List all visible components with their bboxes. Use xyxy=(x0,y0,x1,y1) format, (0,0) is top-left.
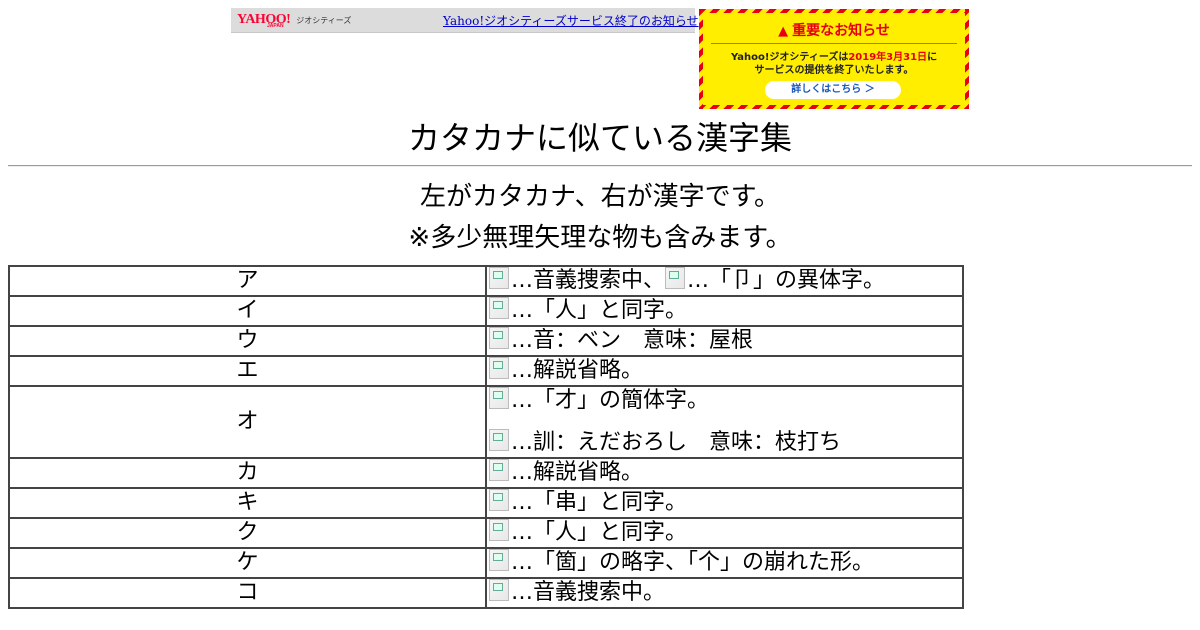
notice-details-button[interactable]: 詳しくはこちら ＞ xyxy=(765,81,901,99)
table-row: ア …音義捜索中、 …「卩」の異体字。 xyxy=(9,266,963,296)
notice-stripe-bottom xyxy=(699,105,969,109)
kanji-image-icon xyxy=(488,459,509,481)
kana-cell: エ xyxy=(9,356,486,386)
kanji-desc: …「箇」の略字、「个」の崩れた形。 xyxy=(510,550,874,575)
yahoo-logo-japan: JAPAN xyxy=(267,23,284,29)
kana-cell: ウ xyxy=(9,326,486,356)
geocities-logo-text: ジオシティーズ xyxy=(296,15,352,25)
warning-icon: ▲ xyxy=(778,24,789,39)
kanji-paragraph: …「才」の簡体字。 xyxy=(488,387,960,415)
kanji-cell: …解説省略。 xyxy=(485,356,963,386)
kana-kanji-table: ア …音義捜索中、 …「卩」の異体字。 イ …「人」と同字。 ウ …音：ベン 意味… xyxy=(8,265,964,609)
kanji-cell: …「才」の簡体字。 …訓：えだおろし 意味：枝打ち xyxy=(485,386,963,458)
kanji-image-icon xyxy=(488,357,509,379)
yahoo-logo[interactable]: YAHOO! JAPAN ジオシティーズ xyxy=(237,11,352,30)
kanji-image-icon xyxy=(488,519,509,541)
kana-cell: カ xyxy=(9,458,486,488)
notice-stripe-top xyxy=(699,9,969,13)
kanji-cell: …「人」と同字。 xyxy=(485,296,963,326)
kanji-image-icon xyxy=(488,327,509,349)
kanji-desc: …「卩」の異体字。 xyxy=(686,268,885,293)
kana-cell: ク xyxy=(9,518,486,548)
table-row: ク …「人」と同字。 xyxy=(9,518,963,548)
kanji-image-icon xyxy=(488,387,509,409)
notice-line-2: サービスの提供を終了いたします。 xyxy=(754,65,914,76)
geocities-header-bar: YAHOO! JAPAN ジオシティーズ Yahoo!ジオシティーズサービス終了… xyxy=(231,8,699,33)
kanji-image-icon xyxy=(488,549,509,571)
kanji-cell: …「箇」の略字、「个」の崩れた形。 xyxy=(485,548,963,578)
kanji-image-icon xyxy=(488,297,509,319)
kanji-cell: …音：ベン 意味：屋根 xyxy=(485,326,963,356)
kanji-desc: …解説省略。 xyxy=(510,460,643,485)
kanji-desc: …「串」と同字。 xyxy=(510,490,687,515)
table-row: カ …解説省略。 xyxy=(9,458,963,488)
subtitle-1: 左がカタカナ、右が漢字です。 xyxy=(419,182,781,212)
kanji-image-icon xyxy=(664,267,685,289)
kanji-image-icon xyxy=(488,489,509,511)
notice-line-1-pre: Yahoo!ジオシティーズは xyxy=(730,52,849,63)
notice-divider xyxy=(711,43,957,44)
table-row: イ …「人」と同字。 xyxy=(9,296,963,326)
important-notice-box[interactable]: ▲ 重要なお知らせ Yahoo!ジオシティーズは2019年3月31日に サービスの… xyxy=(699,9,969,109)
kana-cell: イ xyxy=(9,296,486,326)
kana-cell: ケ xyxy=(9,548,486,578)
title-divider xyxy=(8,165,1192,167)
table-row: ウ …音：ベン 意味：屋根 xyxy=(9,326,963,356)
notice-title-text: 重要なお知らせ xyxy=(792,23,890,39)
kanji-image-icon xyxy=(488,267,509,289)
kanji-cell: …「人」と同字。 xyxy=(485,518,963,548)
kana-cell: コ xyxy=(9,578,486,608)
kanji-cell: …音義捜索中。 xyxy=(485,578,963,608)
table-row: コ …音義捜索中。 xyxy=(9,578,963,608)
table-row: エ …解説省略。 xyxy=(9,356,963,386)
kanji-desc: …訓：えだおろし 意味：枝打ち xyxy=(510,430,841,455)
kanji-desc: …「人」と同字。 xyxy=(510,520,687,545)
kanji-desc: …音義捜索中、 xyxy=(510,268,665,293)
notice-body: Yahoo!ジオシティーズは2019年3月31日に サービスの提供を終了いたしま… xyxy=(699,51,969,77)
kanji-desc: …「人」と同字。 xyxy=(510,298,687,323)
kanji-desc: …「才」の簡体字。 xyxy=(510,388,709,413)
kana-cell: キ xyxy=(9,488,486,518)
kanji-cell: …解説省略。 xyxy=(485,458,963,488)
notice-line-1: Yahoo!ジオシティーズは2019年3月31日に xyxy=(699,51,969,64)
service-end-notice-link[interactable]: Yahoo!ジオシティーズサービス終了のお知らせ xyxy=(443,12,699,29)
kanji-cell: …「串」と同字。 xyxy=(485,488,963,518)
notice-line-1-post: に xyxy=(927,52,938,63)
kanji-paragraph: …訓：えだおろし 意味：枝打ち xyxy=(488,429,960,457)
table-row: オ …「才」の簡体字。 …訓：えだおろし 意味：枝打ち xyxy=(9,386,963,458)
page-title: カタカナに似ている漢字集 xyxy=(407,119,792,157)
kanji-desc: …音義捜索中。 xyxy=(510,580,665,605)
notice-title: ▲ 重要なお知らせ xyxy=(699,20,969,40)
kana-cell: ア xyxy=(9,266,486,296)
notice-end-date: 2019年3月31日 xyxy=(848,52,928,63)
subtitle-2: ※多少無理矢理な物も含みます。 xyxy=(408,223,792,253)
kana-cell: オ xyxy=(9,386,486,458)
kanji-desc: …音：ベン 意味：屋根 xyxy=(510,328,753,353)
kanji-cell: …音義捜索中、 …「卩」の異体字。 xyxy=(485,266,963,296)
table-row: ケ …「箇」の略字、「个」の崩れた形。 xyxy=(9,548,963,578)
kanji-image-icon xyxy=(488,429,509,451)
table-row: キ …「串」と同字。 xyxy=(9,488,963,518)
kanji-image-icon xyxy=(488,579,509,601)
kanji-desc: …解説省略。 xyxy=(510,358,643,383)
